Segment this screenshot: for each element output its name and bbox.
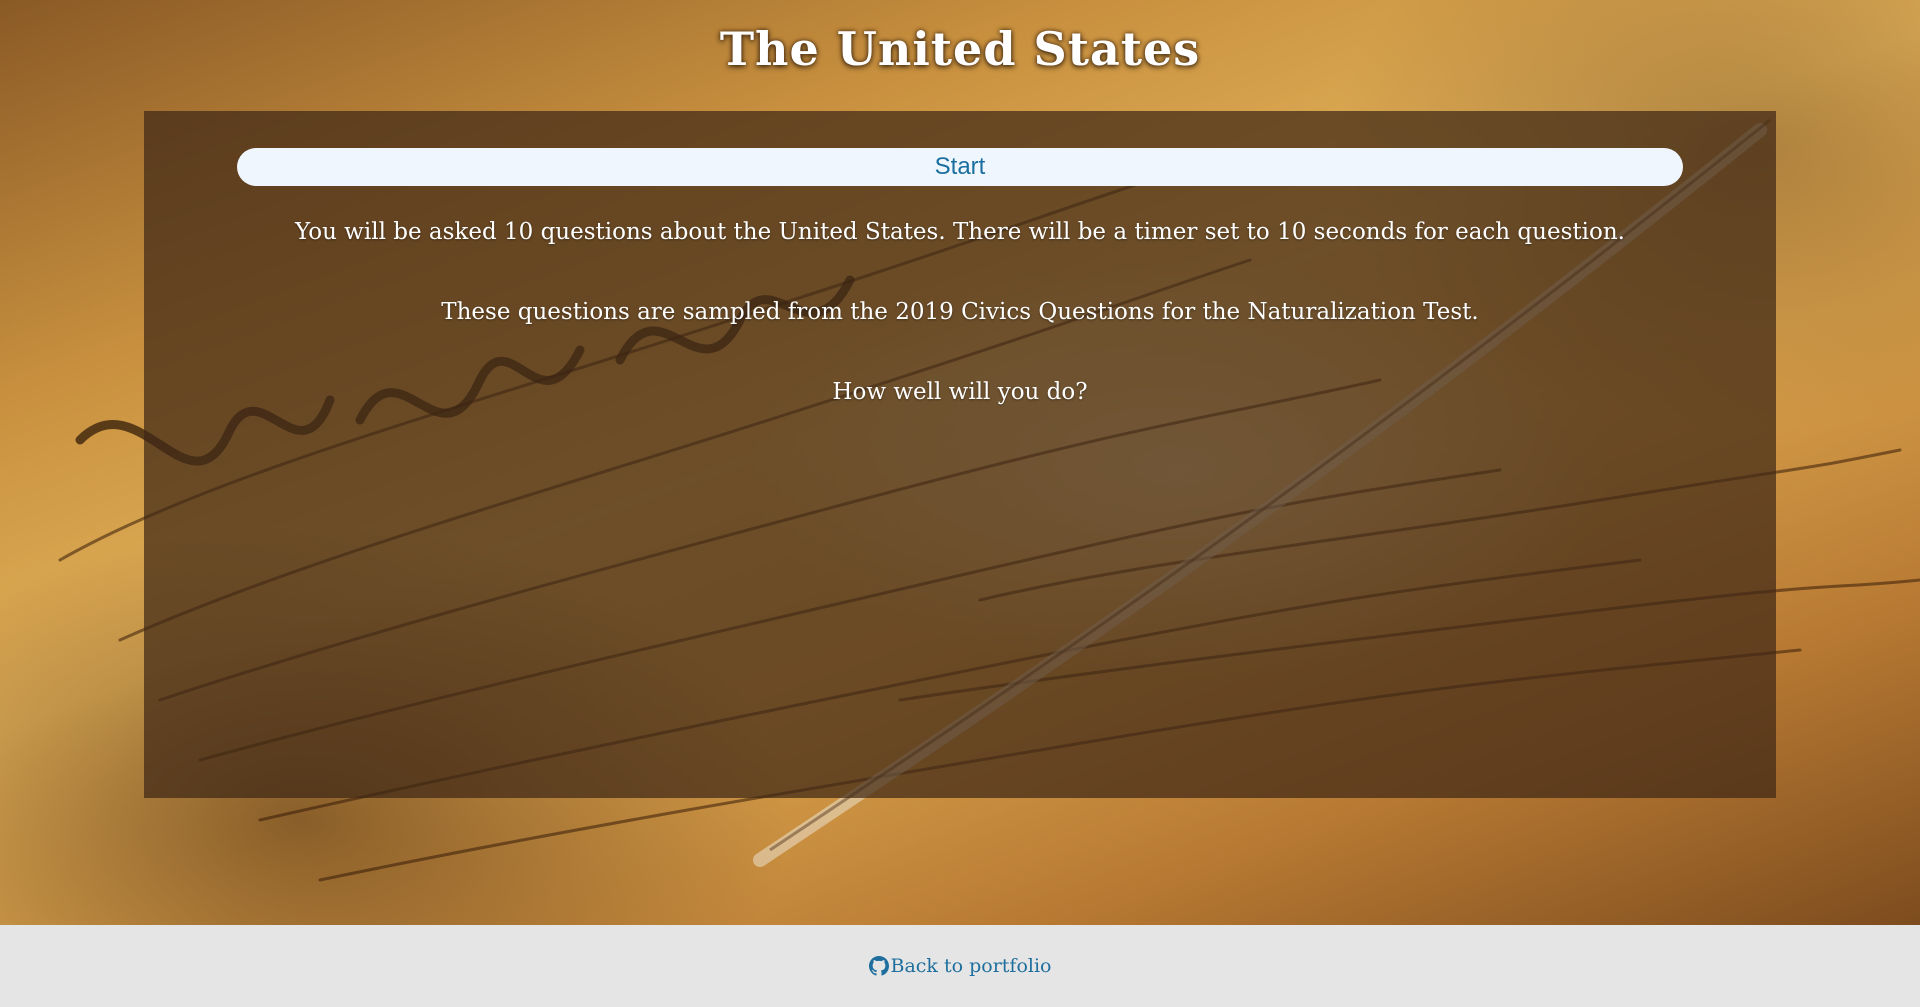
footer: Back to portfolio [0,925,1920,1007]
intro-paragraph-prompt: How well will you do? [832,379,1088,405]
start-button[interactable]: Start [237,148,1683,186]
back-to-portfolio-link[interactable]: Back to portfolio [868,955,1052,977]
intro-paragraph-questions: You will be asked 10 questions about the… [295,219,1625,245]
github-icon [868,956,889,976]
intro-paragraph-source: These questions are sampled from the 201… [441,299,1479,325]
quiz-intro-panel: Start You will be asked 10 questions abo… [144,111,1776,798]
back-to-portfolio-label: Back to portfolio [890,955,1052,977]
page-title: The United States [719,22,1201,76]
